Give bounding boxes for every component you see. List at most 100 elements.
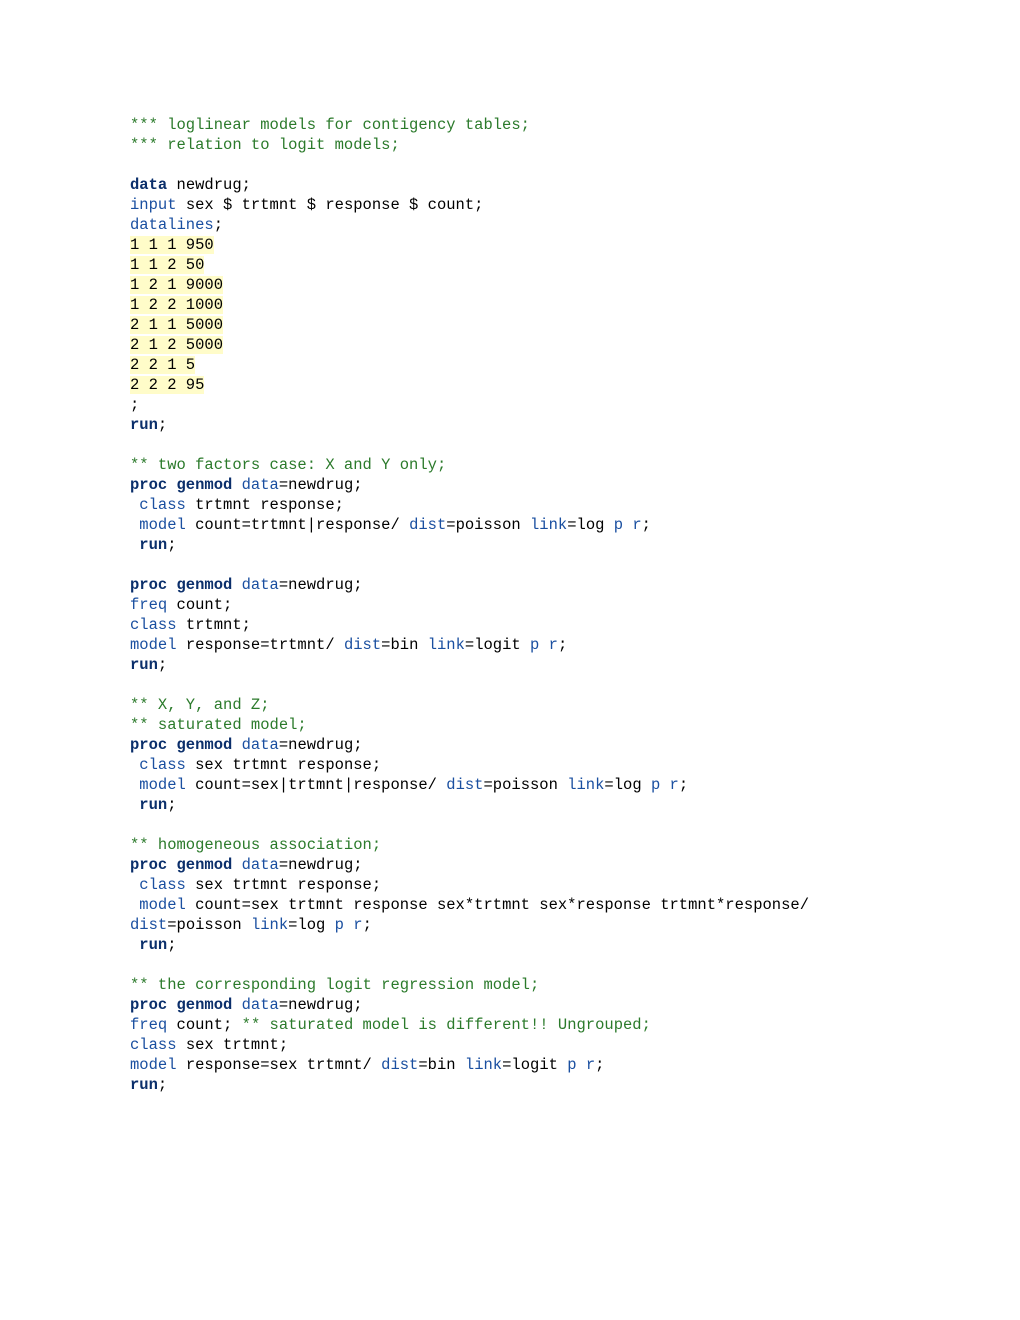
semicolon: ; — [158, 1076, 167, 1094]
eq: =newdrug; — [279, 576, 363, 594]
kw-proc: proc genmod — [130, 856, 232, 874]
kw-dist: dist — [381, 1056, 418, 1074]
kw-run: run — [130, 936, 167, 954]
semicolon: ; — [642, 516, 651, 534]
kw-data-opt: data — [232, 736, 279, 754]
kw-run: run — [130, 416, 158, 434]
kw-link: link — [428, 636, 465, 654]
kw-pr: p r — [567, 1056, 595, 1074]
kw-dist: dist — [130, 916, 167, 934]
semicolon: ; — [167, 936, 176, 954]
eq: =log — [567, 516, 614, 534]
semicolon: ; — [158, 416, 167, 434]
data-row: 1 1 1 950 — [130, 236, 214, 254]
kw-pr: p r — [335, 916, 363, 934]
eq: =newdrug; — [279, 736, 363, 754]
input-vars: sex $ trtmnt $ response $ count; — [177, 196, 484, 214]
kw-model: model — [130, 896, 186, 914]
data-row: 1 2 1 9000 — [130, 276, 223, 294]
kw-input: input — [130, 196, 177, 214]
eq: =newdrug; — [279, 856, 363, 874]
comment: ** the corresponding logit regression mo… — [130, 976, 539, 994]
kw-pr: p r — [530, 636, 558, 654]
comment: ** two factors case: X and Y only; — [130, 456, 446, 474]
freq-var: count; — [167, 596, 232, 614]
eq: =newdrug; — [279, 476, 363, 494]
kw-class: class — [130, 756, 186, 774]
class-vars: sex trtmnt response; — [186, 756, 381, 774]
model-spec: response=trtmnt/ — [177, 636, 344, 654]
eq: =logit — [465, 636, 530, 654]
eq: =log — [604, 776, 651, 794]
dataset-name: newdrug; — [167, 176, 251, 194]
comment: *** loglinear models for contigency tabl… — [130, 116, 530, 134]
comment: ** saturated model; — [130, 716, 307, 734]
kw-model: model — [130, 1056, 177, 1074]
kw-link: link — [530, 516, 567, 534]
kw-pr: p r — [651, 776, 679, 794]
semicolon: ; — [214, 216, 223, 234]
eq: =newdrug; — [279, 996, 363, 1014]
comment: ** saturated model is different!! Ungrou… — [242, 1016, 651, 1034]
semicolon: ; — [130, 396, 139, 414]
kw-class: class — [130, 876, 186, 894]
kw-link: link — [251, 916, 288, 934]
semicolon: ; — [167, 796, 176, 814]
class-vars: sex trtmnt; — [177, 1036, 289, 1054]
data-row: 2 1 1 5000 — [130, 316, 223, 334]
data-row: 1 1 2 50 — [130, 256, 204, 274]
eq: =poisson — [483, 776, 567, 794]
comment: ** homogeneous association; — [130, 836, 381, 854]
kw-link: link — [465, 1056, 502, 1074]
kw-freq: freq — [130, 1016, 167, 1034]
semicolon: ; — [167, 536, 176, 554]
kw-proc: proc genmod — [130, 476, 232, 494]
kw-data-opt: data — [232, 476, 279, 494]
kw-data-opt: data — [232, 856, 279, 874]
class-vars: trtmnt response; — [186, 496, 344, 514]
comment: *** relation to logit models; — [130, 136, 400, 154]
kw-proc: proc genmod — [130, 996, 232, 1014]
class-vars: trtmnt; — [177, 616, 251, 634]
eq: =bin — [381, 636, 428, 654]
kw-proc: proc genmod — [130, 576, 232, 594]
kw-model: model — [130, 776, 186, 794]
kw-class: class — [130, 1036, 177, 1054]
model-spec: response=sex trtmnt/ — [177, 1056, 382, 1074]
freq-var: count; — [167, 1016, 241, 1034]
kw-dist: dist — [446, 776, 483, 794]
kw-pr: p r — [614, 516, 642, 534]
kw-proc: proc genmod — [130, 736, 232, 754]
kw-run: run — [130, 536, 167, 554]
kw-dist: dist — [409, 516, 446, 534]
kw-data-opt: data — [232, 576, 279, 594]
kw-class: class — [130, 616, 177, 634]
comment: ** X, Y, and Z; — [130, 696, 270, 714]
kw-model: model — [130, 516, 186, 534]
semicolon: ; — [363, 916, 372, 934]
kw-dist: dist — [344, 636, 381, 654]
semicolon: ; — [558, 636, 567, 654]
model-spec: count=sex trtmnt response sex*trtmnt sex… — [186, 896, 809, 914]
kw-datalines: datalines — [130, 216, 214, 234]
eq: =poisson — [446, 516, 530, 534]
kw-data: data — [130, 176, 167, 194]
class-vars: sex trtmnt response; — [186, 876, 381, 894]
eq: =bin — [418, 1056, 465, 1074]
data-row: 1 2 2 1000 — [130, 296, 223, 314]
kw-run: run — [130, 796, 167, 814]
model-spec: count=trtmnt|response/ — [186, 516, 409, 534]
kw-data-opt: data — [232, 996, 279, 1014]
kw-link: link — [567, 776, 604, 794]
kw-class: class — [130, 496, 186, 514]
data-row: 2 1 2 5000 — [130, 336, 223, 354]
data-row: 2 2 1 5 — [130, 356, 195, 374]
data-row: 2 2 2 95 — [130, 376, 204, 394]
eq: =logit — [502, 1056, 567, 1074]
eq: =log — [288, 916, 335, 934]
semicolon: ; — [158, 656, 167, 674]
semicolon: ; — [679, 776, 688, 794]
code-page: *** loglinear models for contigency tabl… — [0, 0, 1020, 1095]
eq: =poisson — [167, 916, 251, 934]
kw-model: model — [130, 636, 177, 654]
